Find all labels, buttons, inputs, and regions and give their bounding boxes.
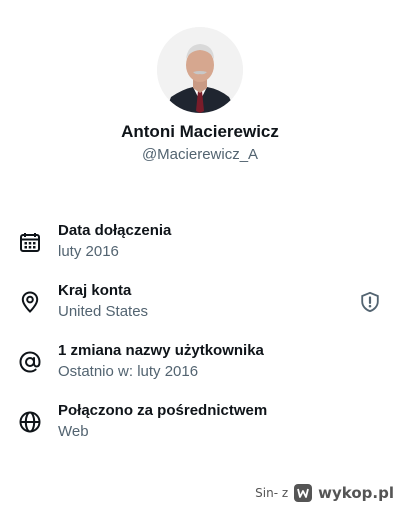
watermark-site: wykop.pl: [318, 484, 394, 502]
info-row-connected-via: Połączono za pośrednictwem Web: [0, 402, 400, 452]
profile-handle: @Macierewicz_A: [141, 146, 259, 163]
join-date-value: luty 2016: [58, 243, 119, 260]
info-row-account-country: Kraj konta United States: [0, 282, 400, 332]
globe-icon: [19, 411, 41, 433]
username-changes-value: Ostatnio w: luty 2016: [58, 363, 199, 380]
watermark: Sin- z wykop.pl: [255, 482, 394, 504]
info-row-username-changes: 1 zmiana nazwy użytkownika Ostatnio w: l…: [0, 342, 400, 392]
info-row-join-date: Data dołączenia luty 2016: [0, 222, 400, 272]
calendar-icon: [20, 233, 40, 252]
at-sign-icon: [19, 351, 41, 373]
join-date-label: Data dołączenia: [58, 222, 172, 239]
avatar-photo: [157, 27, 243, 113]
connected-via-value: Web: [58, 423, 89, 440]
watermark-user: Sin- z: [255, 486, 289, 500]
shield-exclamation-icon[interactable]: [359, 291, 381, 313]
username-changes-label: 1 zmiana nazwy użytkownika: [58, 342, 264, 359]
connected-via-label: Połączono za pośrednictwem: [58, 402, 268, 419]
avatar[interactable]: [157, 27, 243, 113]
account-country-label: Kraj konta: [58, 282, 132, 299]
profile-name: Antoni Macierewicz: [121, 122, 279, 141]
wykop-logo-icon: [294, 484, 313, 502]
account-country-value: United States: [58, 303, 149, 320]
location-pin-icon: [21, 291, 39, 313]
